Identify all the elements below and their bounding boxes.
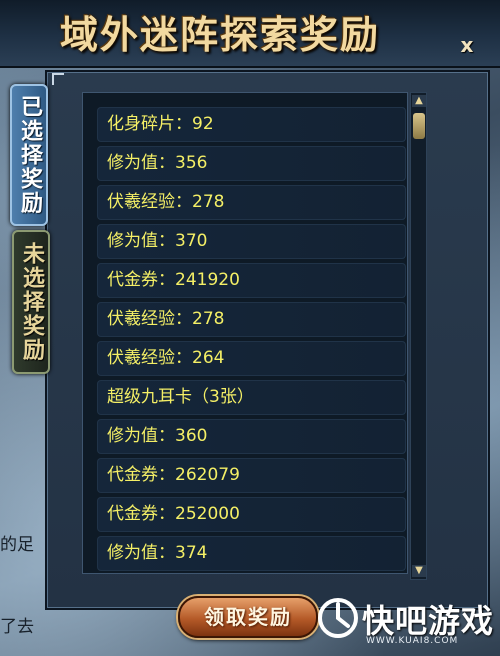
- tab-unselected-rewards-label: 未选择奖励: [19, 242, 44, 362]
- close-button[interactable]: x: [456, 34, 478, 56]
- reward-row: 代金券：262079: [97, 458, 406, 493]
- claim-reward-button[interactable]: 领取奖励: [178, 596, 318, 638]
- reward-row: 伏羲经验：278: [97, 302, 406, 337]
- tab-selected-rewards-label: 已选择奖励: [17, 95, 42, 215]
- reward-row: 代金券：241920: [97, 263, 406, 298]
- scroll-thumb[interactable]: [413, 113, 425, 139]
- reward-row: 超级九耳卡（3张）: [97, 380, 406, 415]
- reward-row: 伏羲经验：278: [97, 185, 406, 220]
- reward-row: 化身碎片：92: [97, 107, 406, 142]
- reward-list: 化身碎片：92 修为值：356 伏羲经验：278 修为值：370 代金券：241…: [82, 92, 408, 574]
- watermark-logo-icon: [318, 598, 358, 638]
- reward-list-scrollbar[interactable]: ▲ ▼: [410, 92, 427, 580]
- window-title: 域外迷阵探索奖励: [60, 12, 381, 57]
- reward-row: 修为值：360: [97, 419, 406, 454]
- scroll-up-arrow-icon[interactable]: ▲: [412, 95, 426, 107]
- title-bar: 域外迷阵探索奖励: [0, 0, 500, 68]
- reward-row: 伏羲经验：264: [97, 341, 406, 376]
- reward-row: 修为值：356: [97, 146, 406, 181]
- reward-row: 代金券：252000: [97, 497, 406, 532]
- frame-corner-ornament: [52, 73, 64, 85]
- watermark-url: WWW.KUAI8.COM: [366, 636, 459, 646]
- scroll-down-arrow-icon[interactable]: ▼: [412, 565, 426, 577]
- reward-row: 修为值：370: [97, 224, 406, 259]
- background-partial-text: 的足: [0, 535, 34, 555]
- tab-selected-rewards[interactable]: 已选择奖励: [10, 84, 48, 226]
- background-partial-text: 了去: [0, 617, 34, 637]
- reward-row: 修为值：374: [97, 536, 406, 571]
- tab-unselected-rewards[interactable]: 未选择奖励: [12, 230, 50, 374]
